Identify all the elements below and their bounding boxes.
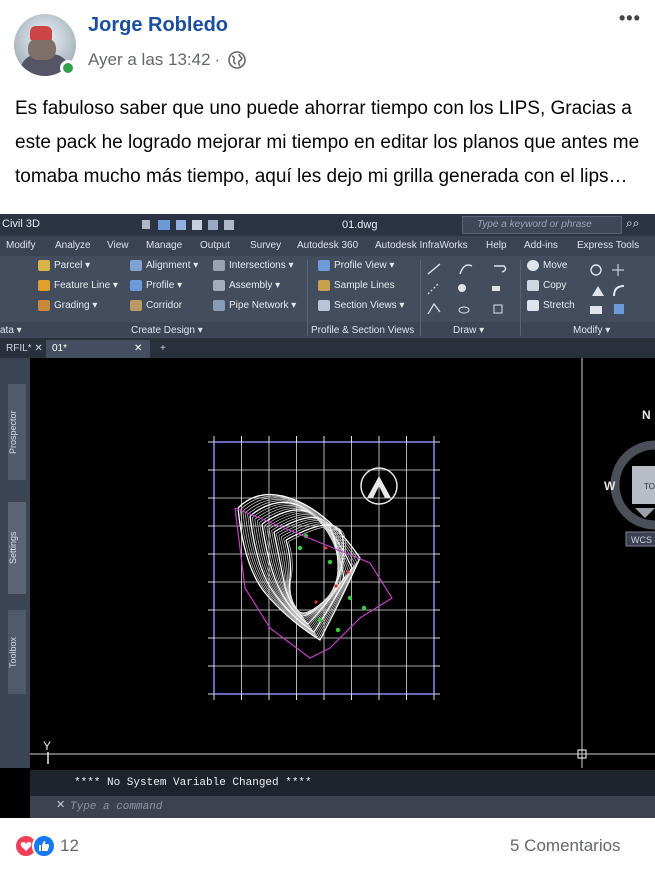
svg-text:Y: Y (43, 739, 51, 753)
app-title: Civil 3D (2, 218, 40, 230)
section-views-button[interactable]: Section Views ▾ (318, 300, 404, 311)
drawing-file-name: 01.dwg (342, 219, 378, 231)
settings-tab[interactable]: Settings (8, 502, 26, 594)
online-status-icon (60, 60, 76, 76)
menu-autodesk-360[interactable]: Autodesk 360 (297, 240, 358, 251)
tab-rfil[interactable]: RFIL* ✕ (0, 340, 49, 358)
command-output: **** No System Variable Changed **** (74, 777, 312, 789)
app-titlebar: Civil 3D 01.dwg Type a keyword or phrase… (0, 214, 655, 236)
post-meta: Ayer a las 13:42 · (88, 50, 247, 70)
parcel-button[interactable]: Parcel ▾ (38, 260, 90, 271)
svg-text:W: W (604, 479, 616, 493)
toolbox-tab[interactable]: Toolbox (8, 610, 26, 694)
keyword-search-input[interactable]: Type a keyword or phrase (462, 216, 622, 234)
post-text: Es fabuloso saber que uno puede ahorrar … (15, 98, 640, 187)
reactions[interactable]: 12 (14, 834, 79, 858)
svg-text:WCS: WCS (631, 535, 652, 545)
profile-button[interactable]: Profile ▾ (130, 280, 182, 291)
menu-manage[interactable]: Manage (146, 240, 182, 251)
viewcube-icon: TOP N W WCS (604, 408, 655, 547)
meta-separator: · (214, 50, 221, 69)
ucs-icon: Y (43, 739, 51, 764)
menu-help[interactable]: Help (486, 240, 507, 251)
menu-view[interactable]: View (107, 240, 129, 251)
post-header: Jorge Robledo Ayer a las 13:42 · ••• (0, 0, 655, 90)
more-options-icon[interactable]: ••• (619, 8, 641, 29)
new-tab-button[interactable]: + (154, 340, 172, 358)
reaction-count: 12 (60, 836, 79, 855)
draw-tools-icon[interactable] (424, 260, 516, 320)
like-reaction-icon (32, 834, 56, 858)
panel-label-modify[interactable]: Modify ▾ (573, 325, 610, 336)
toolspace-palette: Prospector Settings Toolbox (0, 358, 30, 768)
move-button[interactable]: Move (527, 260, 567, 271)
stretch-button[interactable]: Stretch (527, 300, 575, 311)
grading-button[interactable]: Grading ▾ (38, 300, 97, 311)
command-input[interactable] (70, 799, 650, 815)
menu-add-ins[interactable]: Add-ins (524, 240, 558, 251)
close-command-icon[interactable]: ✕ (56, 798, 70, 818)
alignment-button[interactable]: Alignment ▾ (130, 260, 198, 271)
pipe-network-button[interactable]: Pipe Network ▾ (213, 300, 296, 311)
quick-access-toolbar-icon (142, 220, 234, 230)
panel-label-draw[interactable]: Draw ▾ (453, 325, 484, 336)
menu-output[interactable]: Output (200, 240, 230, 251)
assembly-button[interactable]: Assembly ▾ (213, 280, 280, 291)
panel-label-data[interactable]: ata ▾ (0, 325, 22, 336)
ribbon-tabs: Modify Analyze View Manage Output Survey… (0, 236, 655, 256)
svg-text:N: N (642, 408, 651, 422)
command-input-bar[interactable]: ✕ (30, 796, 655, 818)
post-image[interactable]: Civil 3D 01.dwg Type a keyword or phrase… (0, 214, 655, 818)
author-name[interactable]: Jorge Robledo (88, 14, 228, 37)
feature-line-button[interactable]: Feature Line ▾ (38, 280, 118, 291)
command-line: **** No System Variable Changed **** ✕ (30, 770, 655, 818)
corridor-button[interactable]: Corridor (130, 300, 182, 311)
menu-survey[interactable]: Survey (250, 240, 281, 251)
post-timestamp[interactable]: Ayer a las 13:42 (88, 50, 211, 70)
menu-autodesk-infraworks[interactable]: Autodesk InfraWorks (375, 240, 468, 251)
prospector-tab[interactable]: Prospector (8, 384, 26, 480)
profile-view-button[interactable]: Profile View ▾ (318, 260, 394, 271)
panel-label-profile-section: Profile & Section Views (311, 325, 415, 336)
sample-lines-button[interactable]: Sample Lines (318, 280, 395, 291)
ribbon: Parcel ▾ Feature Line ▾ Grading ▾ Alignm… (0, 256, 655, 338)
copy-button[interactable]: Copy (527, 280, 566, 291)
binoculars-icon[interactable]: ⌕⌕ (626, 216, 652, 234)
panel-label-create-design[interactable]: Create Design ▾ (131, 325, 203, 336)
svg-text:TOP: TOP (644, 482, 655, 491)
menu-modify[interactable]: Modify (6, 240, 35, 251)
comments-link[interactable]: 5 Comentarios (510, 836, 621, 856)
intersections-button[interactable]: Intersections ▾ (213, 260, 294, 271)
drawing-canvas[interactable]: TOP N W WCS Y (30, 358, 655, 768)
drawing-tabs: RFIL* ✕ 01* ✕ + (0, 338, 655, 358)
menu-analyze[interactable]: Analyze (55, 240, 91, 251)
tab-01[interactable]: 01* ✕ (46, 340, 150, 358)
modify-tools-icon[interactable] (588, 260, 654, 320)
post-footer: 12 5 Comentarios (0, 818, 655, 871)
menu-express-tools[interactable]: Express Tools (577, 240, 639, 251)
globe-icon (228, 51, 247, 69)
close-tab-icon: ✕ (134, 343, 143, 354)
